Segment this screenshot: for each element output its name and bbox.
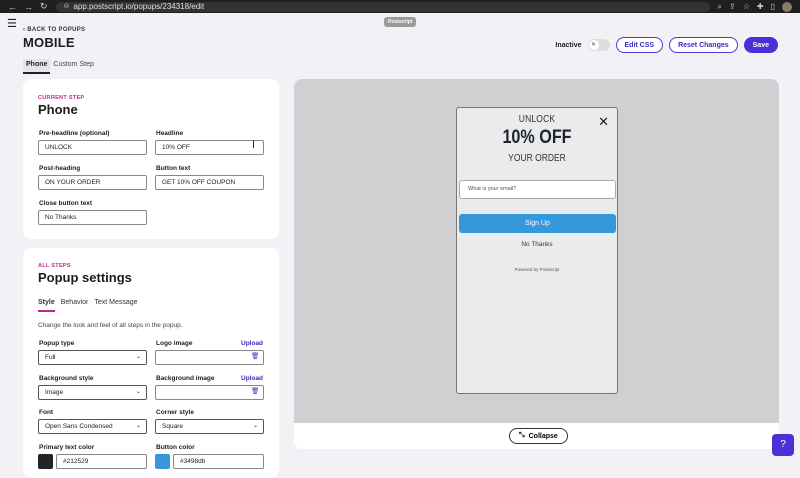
help-chat-icon[interactable]: ? [772, 434, 794, 456]
close-button-text-input[interactable]: No Thanks [38, 210, 147, 225]
trash-icon[interactable]: 🗑 [251, 387, 259, 395]
preheadline-label: Pre-headline (optional) [39, 130, 110, 137]
postheading-label: Post-heading [39, 165, 81, 172]
popup-type-select[interactable]: Full ⌄ [38, 350, 147, 365]
edit-css-button[interactable]: Edit CSS [615, 37, 664, 53]
extensions-icon[interactable]: ✚ [757, 2, 764, 11]
subtab-text-message[interactable]: Text Message [94, 299, 137, 312]
preview-email-input[interactable]: What is your email? [459, 180, 616, 199]
headline-input[interactable]: 10% OFF [155, 140, 264, 155]
corner-style-label: Corner style [156, 409, 194, 416]
menu-icon[interactable]: ☰ [7, 17, 17, 30]
subtab-style[interactable]: Style [38, 299, 55, 312]
primary-color-swatch[interactable] [38, 454, 53, 469]
background-style-label: Background style [39, 375, 94, 382]
back-arrow-icon[interactable]: ← [8, 2, 17, 12]
preview-powered-by: Powered by Postscript [514, 267, 560, 272]
browser-nav: ← → ↻ [8, 1, 48, 12]
preheadline-input[interactable]: UNLOCK [38, 140, 147, 155]
current-step-eyebrow: CURRENT STEP [38, 95, 85, 101]
save-button[interactable]: Save [743, 37, 778, 53]
preview-panel: ✕ UNLOCK 10% OFF YOUR ORDER What is your… [294, 79, 779, 449]
share-icon[interactable]: ⇪ [729, 2, 736, 11]
page-title: MOBILE [23, 35, 75, 50]
button-color-swatch[interactable] [155, 454, 170, 469]
step-tabs: Phone Custom Step [23, 59, 97, 74]
forward-arrow-icon[interactable]: → [24, 2, 33, 12]
site-info-icon[interactable]: ⊜ [64, 2, 70, 12]
preview-no-thanks-link[interactable]: No Thanks [457, 241, 617, 248]
reset-changes-button[interactable]: Reset Changes [669, 37, 738, 53]
browser-actions: ⌕ ⇪ ☆ ✚ ▯ [718, 1, 792, 12]
corner-style-select[interactable]: Square ⌄ [155, 419, 264, 434]
logo-image-label: Logo image [156, 340, 193, 347]
star-icon[interactable]: ☆ [743, 2, 750, 11]
font-label: Font [39, 409, 54, 416]
background-image-field[interactable] [155, 385, 264, 400]
background-style-select[interactable]: Image ⌄ [38, 385, 147, 400]
primary-text-color-label: Primary text color [39, 444, 95, 451]
popup-type-label: Popup type [39, 340, 75, 347]
subtab-behavior[interactable]: Behavior [61, 299, 89, 312]
background-style-value: Image [45, 389, 64, 396]
popup-preview: ✕ UNLOCK 10% OFF YOUR ORDER What is your… [456, 107, 618, 394]
text-cursor-icon: Ⅰ [252, 140, 255, 151]
back-link-label: BACK TO POPUPS [27, 27, 86, 33]
button-color-input[interactable]: #3498db [173, 454, 264, 469]
chevron-down-icon: ⌄ [252, 423, 258, 429]
toggle-x-icon: ✕ [588, 40, 599, 50]
preview-postheading: YOUR ORDER [508, 153, 566, 164]
reload-icon[interactable]: ↻ [40, 1, 48, 12]
sidebar-icon[interactable]: ▯ [771, 2, 775, 11]
tab-phone[interactable]: Phone [23, 59, 51, 74]
current-step-title: Phone [38, 102, 78, 117]
brand-tag: Postscript [384, 17, 417, 27]
logo-upload-link[interactable]: Upload [241, 340, 263, 347]
popup-settings-card: ALL STEPS Popup settings Style Behavior … [23, 248, 279, 478]
preview-stage: ✕ UNLOCK 10% OFF YOUR ORDER What is your… [294, 79, 779, 423]
popup-settings-title: Popup settings [38, 270, 132, 285]
postheading-input[interactable]: ON YOUR ORDER [38, 175, 147, 190]
font-value: Open Sans Condensed [45, 423, 113, 430]
all-steps-eyebrow: ALL STEPS [38, 263, 71, 269]
preview-preheadline: UNLOCK [518, 114, 556, 125]
close-button-text-label: Close button text [39, 200, 93, 207]
url-text: app.postscript.io/popups/234318/edit [73, 1, 205, 11]
search-icon[interactable]: ⌕ [718, 2, 722, 12]
headline-label: Headline [156, 130, 184, 137]
button-color-label: Button color [156, 444, 195, 451]
active-toggle[interactable]: ✕ [587, 39, 610, 51]
tab-custom-step[interactable]: Custom Step [50, 59, 96, 74]
chevron-down-icon: ⌄ [135, 389, 141, 395]
preview-signup-button[interactable]: Sign Up [459, 214, 616, 233]
logo-image-field[interactable] [155, 350, 264, 365]
chevron-down-icon: ⌄ [135, 354, 141, 360]
primary-color-input[interactable]: #212529 [56, 454, 147, 469]
popup-type-value: Full [45, 354, 56, 361]
collapse-label: Collapse [528, 432, 558, 440]
background-image-label: Background image [156, 375, 215, 382]
browser-toolbar: ← → ↻ ⊜ app.postscript.io/popups/234318/… [0, 0, 800, 13]
background-upload-link[interactable]: Upload [241, 375, 263, 382]
status-label: Inactive [555, 41, 582, 49]
top-actions: Inactive ✕ Edit CSS Reset Changes Save [555, 37, 778, 53]
corner-style-value: Square [162, 423, 183, 430]
collapse-button[interactable]: ⤡ Collapse [509, 428, 568, 444]
address-bar[interactable]: ⊜ app.postscript.io/popups/234318/edit [55, 1, 710, 12]
button-text-label: Button text [156, 165, 191, 172]
collapse-arrows-icon: ⤡ [519, 432, 525, 439]
back-to-popups-link[interactable]: ‹ BACK TO POPUPS [23, 27, 85, 33]
button-text-input[interactable]: GET 10% OFF COUPON [155, 175, 264, 190]
preview-headline: 10% OFF [502, 127, 572, 148]
profile-avatar[interactable] [782, 1, 792, 12]
current-step-card: CURRENT STEP Phone Pre-headline (optiona… [23, 79, 279, 239]
font-select[interactable]: Open Sans Condensed ⌄ [38, 419, 147, 434]
settings-description: Change the look and feel of all steps in… [38, 322, 183, 329]
trash-icon[interactable]: 🗑 [251, 352, 259, 360]
chevron-down-icon: ⌄ [135, 423, 141, 429]
settings-subtabs: Style Behavior Text Message [38, 299, 138, 312]
